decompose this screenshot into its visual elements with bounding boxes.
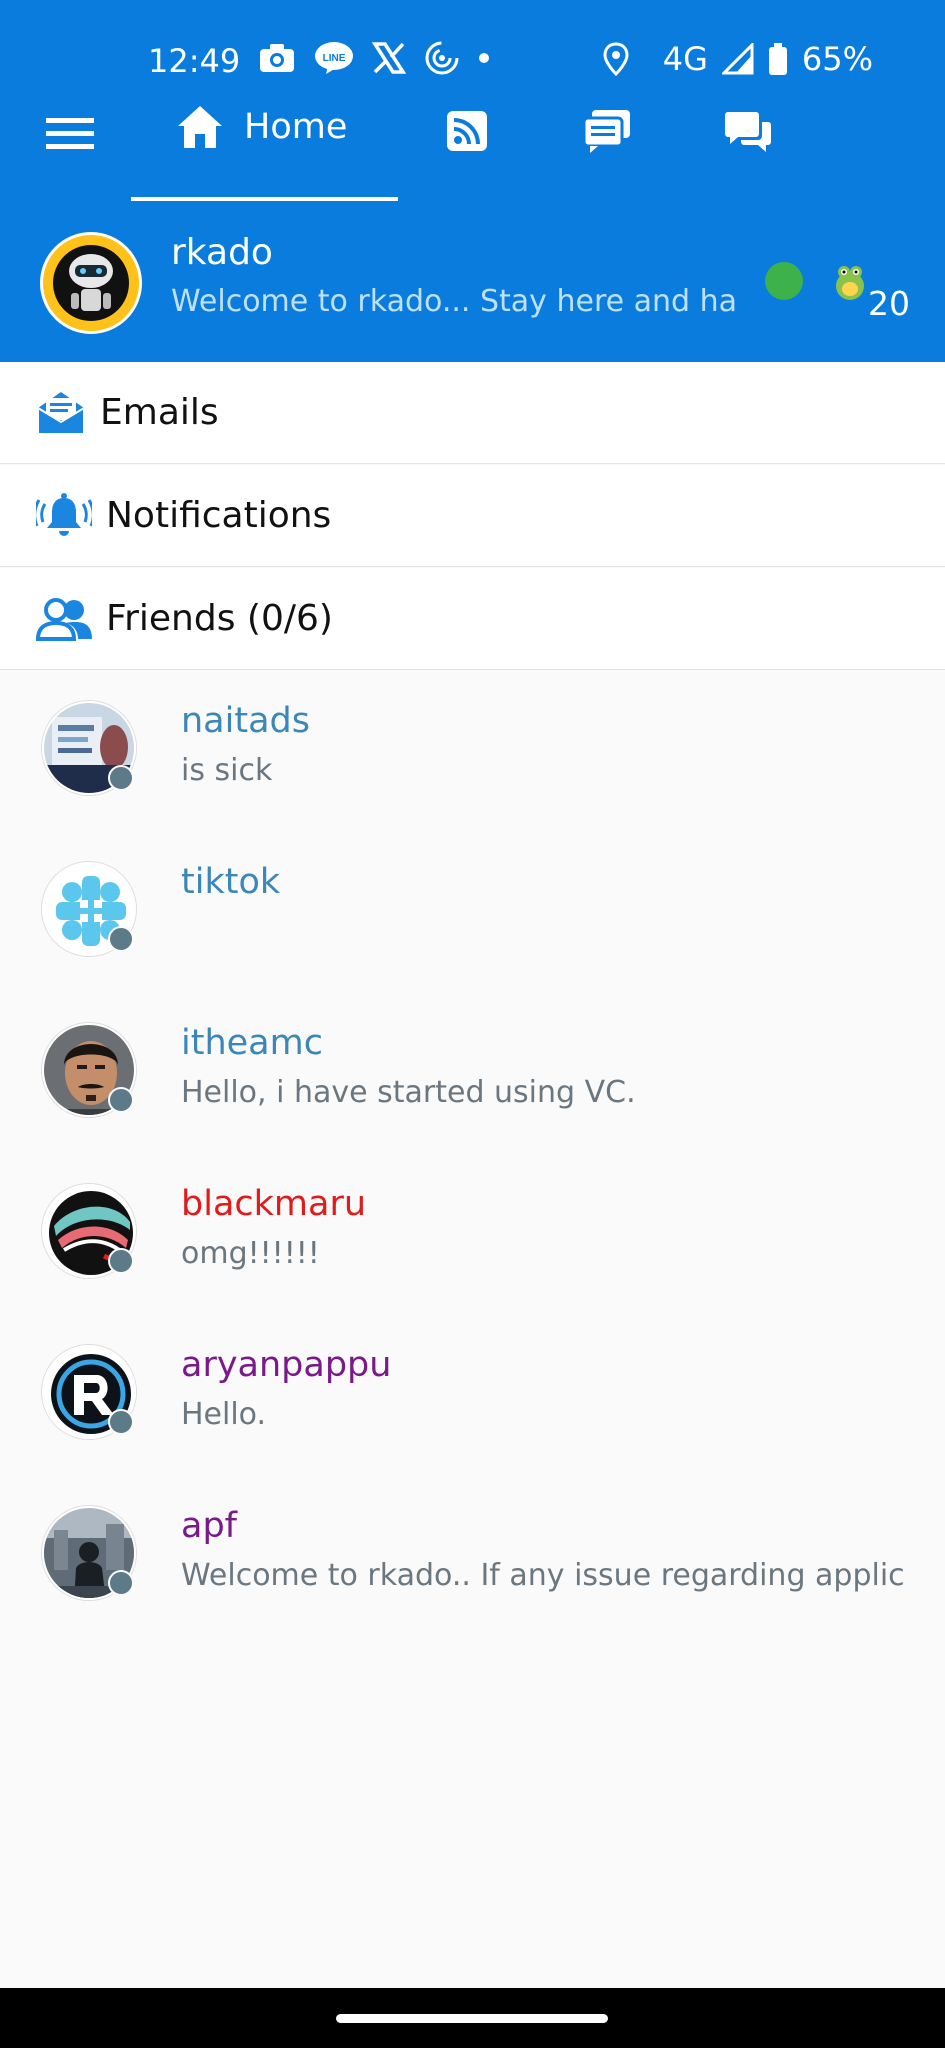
- friend-row[interactable]: tiktok: [0, 862, 945, 1012]
- friend-row[interactable]: naitads is sick: [0, 701, 945, 851]
- more-notifications-dot: [479, 53, 489, 63]
- hotspot-icon: [425, 41, 459, 75]
- profile-status-message: Welcome to rkado... Stay here and ha: [171, 284, 737, 319]
- email-icon: [37, 391, 85, 435]
- home-gesture-handle[interactable]: [336, 2014, 608, 2023]
- friend-status-message: is sick: [181, 753, 273, 788]
- active-tab-indicator: [131, 197, 398, 201]
- x-app-icon: [372, 42, 406, 74]
- network-type: 4G: [662, 40, 708, 78]
- friend-status-message: Welcome to rkado.. If any issue regardin…: [181, 1558, 905, 1593]
- menu-item-emails[interactable]: Emails: [0, 362, 945, 464]
- friend-row[interactable]: itheamc Hello, i have started using VC.: [0, 1023, 945, 1173]
- menu-item-label: Emails: [100, 392, 219, 433]
- profile-header[interactable]: rkado Welcome to rkado... Stay here and …: [0, 232, 945, 362]
- tab-home-label: Home: [244, 107, 348, 147]
- system-navigation-bar: [0, 1988, 945, 2048]
- coin-count: 20: [868, 284, 910, 323]
- camera-icon: [260, 44, 294, 72]
- notification-icons: LINE: [258, 40, 490, 76]
- signal-icon: [721, 43, 754, 75]
- menu-item-label: Notifications: [106, 495, 332, 536]
- status-right: 4G 65%: [603, 40, 873, 78]
- robot-avatar-icon: [43, 235, 139, 331]
- friend-row[interactable]: blackmaru omg!!!!!!: [0, 1184, 945, 1334]
- home-icon: [178, 106, 222, 148]
- friend-row[interactable]: aryanpappu Hello.: [0, 1345, 945, 1495]
- svg-text:LINE: LINE: [323, 53, 346, 64]
- location-icon: [603, 42, 629, 76]
- offline-status-dot: [108, 926, 134, 952]
- coin-mascot-icon: [836, 266, 864, 300]
- status-time: 12:49: [148, 42, 241, 80]
- friend-name: apf: [181, 1506, 237, 1546]
- menu-icon: [46, 118, 94, 149]
- friend-name: naitads: [181, 701, 310, 741]
- chat-rooms-icon: [582, 110, 630, 153]
- tab-home[interactable]: Home: [176, 104, 347, 150]
- top-tab-bar: Home: [0, 98, 945, 202]
- battery-icon: [768, 43, 787, 75]
- friend-status-message: Hello, i have started using VC.: [181, 1075, 636, 1110]
- profile-name: rkado: [171, 232, 273, 273]
- offline-status-dot: [108, 1248, 134, 1274]
- hamburger-menu-button[interactable]: [46, 116, 94, 154]
- friend-name: itheamc: [181, 1023, 323, 1063]
- messages-icon: [725, 112, 771, 152]
- tab-messages[interactable]: [724, 108, 772, 158]
- friend-status-message: Hello.: [181, 1397, 267, 1432]
- rss-feed-icon: [447, 111, 487, 151]
- friend-row[interactable]: apf Welcome to rkado.. If any issue rega…: [0, 1506, 945, 1656]
- friend-name: blackmaru: [181, 1184, 367, 1224]
- offline-status-dot: [108, 765, 134, 791]
- line-app-icon: LINE: [315, 42, 353, 74]
- friend-status-message: omg!!!!!!: [181, 1236, 320, 1271]
- friends-icon: [36, 597, 92, 641]
- tab-chat-rooms[interactable]: [582, 108, 632, 158]
- menu-item-label: Friends (0/6): [106, 598, 333, 639]
- offline-status-dot: [108, 1087, 134, 1113]
- battery-level: 65%: [801, 40, 873, 78]
- friend-name: tiktok: [181, 862, 281, 902]
- online-status-indicator: [765, 262, 803, 300]
- offline-status-dot: [108, 1570, 134, 1596]
- offline-status-dot: [108, 1409, 134, 1435]
- tab-feed[interactable]: [446, 110, 488, 156]
- menu-item-friends[interactable]: Friends (0/6): [0, 568, 945, 670]
- friend-name: aryanpappu: [181, 1345, 392, 1385]
- menu-item-notifications[interactable]: Notifications: [0, 465, 945, 567]
- avatar[interactable]: [40, 232, 142, 334]
- bell-icon: [36, 492, 92, 536]
